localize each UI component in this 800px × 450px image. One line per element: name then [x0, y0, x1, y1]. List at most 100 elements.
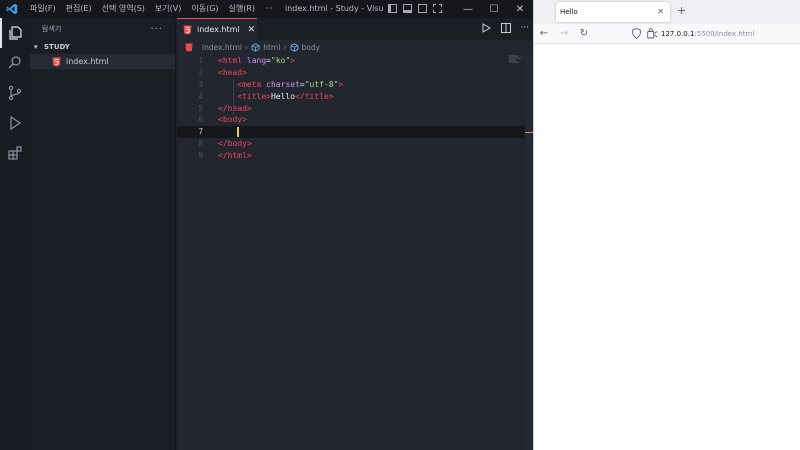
window-controls: — ☐ ✕ [455, 0, 533, 18]
breadcrumb-html[interactable]: html [263, 43, 280, 52]
line-number: 4 [198, 91, 203, 101]
code-token: "ko" [271, 56, 291, 66]
toggle-primary-sidebar-icon[interactable] [388, 4, 397, 13]
line-source [218, 126, 240, 137]
code-line[interactable]: 5 </head> [177, 102, 533, 114]
chevron-down-icon: ▾ [34, 43, 38, 51]
tab-close-icon[interactable]: ✕ [248, 25, 256, 35]
forward-button[interactable]: → [554, 28, 574, 39]
html-file-icon [185, 43, 194, 53]
explorer-sidebar: 탐색기 ··· ▾ STUDY index.html [30, 18, 176, 450]
code-token: Hello [270, 91, 296, 101]
menu-file[interactable]: 파일(F) [25, 0, 61, 18]
url-bar[interactable]: 127.0.0.1:5500/index.html [661, 27, 754, 41]
code-line[interactable]: 2 <head> [177, 67, 533, 79]
tab-close-icon[interactable]: ✕ [657, 7, 664, 16]
code-line[interactable]: 7 [177, 125, 533, 138]
code-token: <title> [237, 91, 271, 101]
menu-selection[interactable]: 선택 영역(S) [97, 0, 150, 18]
browser-window: Hello ✕ + ← → ↻ 127.0.0.1:5500/index.htm… [533, 0, 800, 450]
source-control-icon[interactable] [0, 78, 30, 108]
line-number: 3 [198, 79, 203, 89]
explorer-more-button[interactable]: ··· [150, 24, 163, 35]
browser-tabstrip: Hello ✕ + [534, 0, 800, 24]
line-source: <meta charset="utf-8"> [218, 80, 343, 89]
minimap[interactable] [509, 55, 523, 63]
close-button[interactable]: ✕ [507, 0, 533, 18]
code-editor[interactable]: 1 <html lang="ko"> 2 <head> 3 <meta charset=… [177, 55, 533, 161]
page-viewport[interactable] [534, 44, 800, 450]
minimize-button[interactable]: — [455, 0, 481, 18]
new-tab-button[interactable]: + [677, 4, 686, 17]
html-file-icon [52, 57, 61, 67]
back-button[interactable]: ← [534, 28, 554, 39]
browser-toolbar: ← → ↻ 127.0.0.1:5500/index.html [534, 24, 800, 44]
line-source: </head> [218, 104, 252, 113]
url-bar-icons [632, 28, 658, 39]
file-label: index.html [66, 57, 109, 66]
editor-area: index.html ✕ ··· index.html › html › bod… [177, 18, 533, 450]
line-source: <body> [218, 115, 247, 124]
code-line[interactable]: 6 <body> [177, 114, 533, 126]
explorer-title: 탐색기 [42, 25, 62, 33]
code-token: </html> [218, 150, 252, 160]
more-actions-icon[interactable]: ··· [520, 22, 529, 34]
tab-label: index.html [197, 25, 240, 34]
code-line[interactable]: 8 </body> [177, 138, 533, 150]
line-number: 2 [198, 68, 203, 78]
chevron-right-icon: › [283, 43, 287, 52]
code-token: "utf-8" [304, 79, 339, 89]
browser-tab-title: Hello [560, 8, 578, 16]
line-source: </body> [218, 139, 252, 148]
breadcrumb-body[interactable]: body [302, 43, 321, 52]
code-line[interactable]: 1 <html lang="ko"> [177, 55, 533, 67]
split-editor-icon[interactable] [500, 22, 512, 34]
search-icon[interactable] [0, 48, 30, 78]
text-cursor [237, 126, 240, 137]
editor-tabbar: index.html ✕ ··· [177, 18, 533, 40]
line-number: 7 [198, 127, 203, 137]
code-token: > [290, 56, 296, 66]
run-debug-icon[interactable] [0, 108, 30, 138]
customize-layout-icon[interactable] [433, 4, 442, 13]
explorer-icon[interactable] [0, 18, 30, 48]
line-source: </html> [218, 151, 252, 160]
menu-edit[interactable]: 편집(E) [61, 0, 97, 18]
reload-button[interactable]: ↻ [574, 28, 594, 39]
layout-controls [388, 4, 442, 13]
code-token: > [338, 79, 344, 89]
tab-index-html[interactable]: index.html ✕ [177, 18, 257, 40]
vscode-window: 파일(F) 편집(E) 선택 영역(S) 보기(V) 이동(G) 실행(R) ·… [0, 0, 533, 450]
explorer-header: 탐색기 ··· [30, 18, 175, 40]
file-index-html[interactable]: index.html [30, 54, 175, 69]
toggle-secondary-sidebar-icon[interactable] [418, 4, 427, 13]
menu-view[interactable]: 보기(V) [150, 0, 186, 18]
menu-run[interactable]: 실행(R) [224, 0, 261, 18]
browser-tab-hello[interactable]: Hello ✕ [556, 2, 670, 22]
tracking-protection-icon[interactable] [632, 28, 641, 39]
breadcrumb-file[interactable]: index.html [202, 43, 242, 52]
vertical-scrollbar[interactable] [525, 55, 533, 450]
code-line[interactable]: 9 </html> [177, 149, 533, 161]
url-host: 127.0.0.1 [661, 30, 695, 38]
code-token: <body> [218, 115, 247, 125]
maximize-button[interactable]: ☐ [481, 0, 507, 18]
extensions-icon[interactable] [0, 138, 30, 168]
line-source: <title>Hello</title> [218, 91, 333, 101]
breadcrumb: index.html › html › body [177, 40, 533, 55]
line-number: 9 [198, 150, 203, 160]
run-icon[interactable] [480, 22, 492, 34]
code-token: charset [266, 79, 300, 89]
vscode-logo-icon [3, 0, 21, 18]
line-number: 6 [198, 115, 203, 125]
menu-more[interactable]: ··· [260, 0, 278, 18]
code-line[interactable]: 3 <meta charset="utf-8"> [177, 79, 533, 91]
editor-actions: ··· [480, 22, 529, 34]
menu-go[interactable]: 이동(G) [186, 0, 223, 18]
code-line[interactable]: 4 <title>Hello</title> [177, 90, 533, 102]
folder-study[interactable]: ▾ STUDY [30, 40, 175, 54]
toggle-panel-icon[interactable] [403, 4, 412, 13]
page-info-icon[interactable] [647, 28, 658, 39]
